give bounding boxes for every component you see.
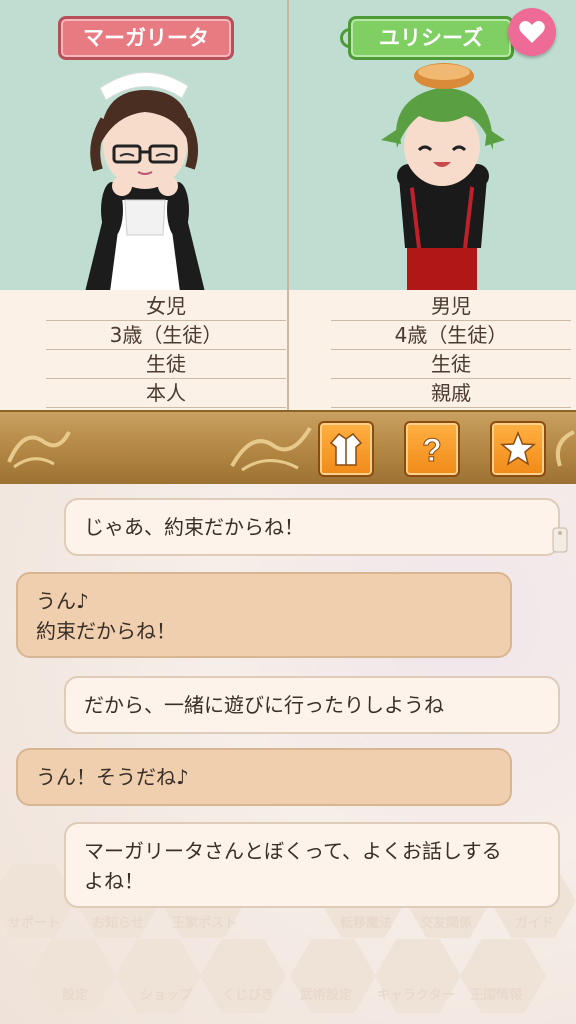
outfit-icon <box>329 432 363 466</box>
bg-menu-label: 武術設定 <box>300 988 353 1003</box>
ulysses-avatar <box>381 63 505 290</box>
bg-menu-label: 王家ポスト <box>172 916 238 931</box>
right-character-name-tag: ユリシーズ <box>348 16 514 60</box>
message-text: じゃあ、約束だからね！ <box>84 515 304 539</box>
favorite-button[interactable] <box>508 8 556 56</box>
right-role: 生徒 <box>331 350 571 379</box>
message-text: マーガリータさんとぼくって、よくお話しする <box>84 839 502 863</box>
ornament-right-icon <box>555 430 575 467</box>
favorite-star-button[interactable] <box>490 421 546 477</box>
portrait-area: マーガリータ ユリシーズ <box>0 0 576 410</box>
bg-menu-label: キャラクター <box>377 988 455 1003</box>
right-character-info: 男児 4歳（生徒） 生徒 親戚 <box>289 290 576 410</box>
conversation-area[interactable]: サポート お知らせ 王家ポスト 転移魔法 交友関係 ガイド 設定 ショップ くじ… <box>0 484 576 1024</box>
bg-menu-label: くじびき <box>222 988 275 1003</box>
bg-menu-label: ガイド <box>515 916 555 931</box>
action-toolbar: ? <box>0 410 576 486</box>
message-text: だから、一緒に遊びに行ったりしようね <box>84 693 444 717</box>
left-character-name-tag: マーガリータ <box>58 16 234 60</box>
right-age: 4歳（生徒） <box>331 321 571 350</box>
bg-menu-label: お知らせ <box>92 916 144 931</box>
chat-bubble-right: じゃあ、約束だからね！ <box>64 498 560 556</box>
chat-bubble-right: マーガリータさんとぼくって、よくお話しする よね！ <box>64 822 560 908</box>
chat-bubble-left: うん♪ 約束だからね！ <box>16 572 512 658</box>
message-text: よね！ <box>84 869 144 893</box>
right-relation: 親戚 <box>331 379 571 408</box>
left-relation: 本人 <box>46 379 286 408</box>
chat-bubble-right: だから、一緒に遊びに行ったりしようね <box>64 676 560 734</box>
help-icon: ? <box>422 432 443 468</box>
outfit-button[interactable] <box>318 421 374 477</box>
margarita-avatar <box>85 72 205 290</box>
message-text: うん♪ <box>36 589 89 613</box>
left-age: 3歳（生徒） <box>46 321 286 350</box>
message-text: 約束だからね！ <box>36 619 176 643</box>
bg-menu-label: サポート <box>8 916 61 931</box>
left-gender: 女児 <box>46 292 286 321</box>
bg-menu-label: 王国情報 <box>470 988 523 1003</box>
bg-menu-label: 転移魔法 <box>340 916 393 931</box>
scroll-tag-icon <box>552 527 568 553</box>
bg-menu-label: ショップ <box>140 988 193 1003</box>
left-character-info: 女児 3歳（生徒） 生徒 本人 <box>0 290 287 410</box>
ornament-left-icon <box>7 431 71 469</box>
help-button[interactable]: ? <box>404 421 460 477</box>
chat-bubble-left: うん！そうだね♪ <box>16 748 512 806</box>
right-gender: 男児 <box>331 292 571 321</box>
bg-menu-label: 設定 <box>62 988 89 1003</box>
left-role: 生徒 <box>46 350 286 379</box>
heart-icon <box>519 21 545 43</box>
bg-menu-label: 交友関係 <box>420 916 473 931</box>
svg-text:?: ? <box>422 432 442 467</box>
star-icon <box>500 431 536 466</box>
ornament-center-icon <box>230 426 312 472</box>
message-text: うん！そうだね♪ <box>36 765 189 789</box>
